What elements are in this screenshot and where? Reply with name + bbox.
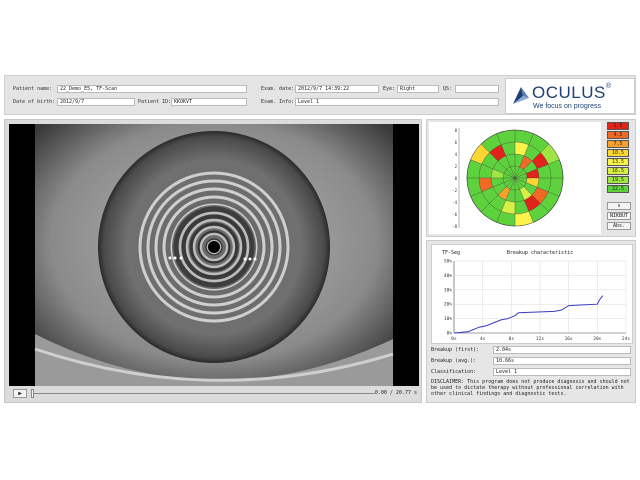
eye-field[interactable]: Right	[397, 85, 439, 93]
chart-x-tick: 0s	[451, 336, 457, 342]
topo-axis-tick: 8	[455, 128, 458, 133]
eye-video-frame[interactable]	[9, 124, 419, 386]
classification-field[interactable]: Level 1	[493, 368, 631, 376]
legend-cell: 10.5	[607, 149, 629, 157]
chart-ylabel: TF-Seg	[442, 250, 460, 256]
breakup-first-field[interactable]: 2.04s	[493, 346, 631, 354]
patient-name-field[interactable]: 22_Demo_E5, TF-Scan	[57, 85, 247, 93]
patient-id-label: Patient ID:	[138, 99, 172, 105]
qs-label: QS:	[443, 86, 453, 92]
chart-x-tick: 16s	[565, 336, 573, 342]
legend-cell: 4.5	[607, 131, 629, 139]
abs-button[interactable]: Abs.	[607, 222, 631, 230]
legend-cell: 1.5	[607, 122, 629, 130]
topo-axis-tick: 0	[455, 176, 458, 181]
chart-y-tick: 20%	[444, 302, 452, 308]
eye-label: Eye:	[383, 86, 396, 92]
chart-y-tick: 0%	[447, 331, 453, 337]
logo-name: OCULUS®	[532, 83, 612, 102]
exam-info-label: Exam. Info:	[261, 99, 295, 105]
legend-cell: 19.5	[607, 176, 629, 184]
topo-axis-tick: 4	[455, 152, 458, 157]
topography-axis: 8 6 4 2 0 -2 -4 -6 -8	[452, 128, 460, 229]
breakup-avg-label: Breakup (avg.):	[431, 358, 477, 364]
topo-axis-tick: 6	[455, 140, 458, 145]
chart-x-tick: 20s	[593, 336, 601, 342]
video-panel: ▶ 0.00 / 20.77 s	[4, 119, 422, 403]
seek-bar[interactable]	[33, 393, 375, 394]
topo-axis-tick: -2	[452, 188, 457, 193]
dob-field[interactable]: 2012/9/7	[57, 98, 135, 106]
exam-date-field[interactable]: 2012/9/7 14:39:22	[295, 85, 379, 93]
breakup-first-label: Breakup (first):	[431, 347, 480, 353]
topo-axis-tick: -8	[452, 224, 457, 229]
dob-label: Date of birth:	[13, 99, 56, 105]
chart-y-tick: 30%	[444, 287, 452, 293]
chart-x-tick: 8s	[509, 336, 515, 342]
legend-cell: 7.5	[607, 140, 629, 148]
topo-axis-tick: -6	[452, 212, 457, 217]
legend-cell: 16.5	[607, 167, 629, 175]
topo-axis-tick: -4	[452, 200, 457, 205]
breakup-avg-field[interactable]: 10.66s	[493, 357, 631, 365]
legend-cell: 13.5	[607, 158, 629, 166]
breakup-chart: TF-Seg Breakup characteristic 0s 4s 8s 12s 1…	[431, 244, 633, 344]
patient-name-label: Patient name:	[13, 86, 53, 92]
chart-title: Breakup characteristic	[507, 250, 573, 256]
chart-x-tick: 4s	[480, 336, 486, 342]
chart-x-tick: 24s	[622, 336, 630, 342]
nikbut-button[interactable]: NIKBUT	[607, 212, 631, 220]
logo-slogan: We focus on progress	[533, 103, 601, 110]
chart-grid	[453, 260, 627, 334]
time-readout: 0.00 / 20.77 s	[374, 390, 417, 396]
seek-thumb[interactable]	[31, 389, 34, 398]
eye-image	[9, 124, 419, 386]
chart-ticks: 0s 4s 8s 12s 16s 20s 24s 0% 10% 20% 30% 40% 50%	[444, 259, 630, 343]
breakup-curve	[453, 295, 604, 334]
exam-date-label: Exam. date:	[261, 86, 295, 92]
video-controls: ▶ 0.00 / 20.77 s	[9, 388, 419, 400]
breakup-panel: TF-Seg Breakup characteristic 0s 4s 8s 12s 1…	[426, 240, 636, 403]
classification-label: Classification:	[431, 369, 477, 375]
oculus-emblem-icon	[513, 87, 529, 104]
scale-button[interactable]: s	[607, 202, 631, 210]
chart-x-tick: 12s	[536, 336, 544, 342]
qs-field[interactable]	[455, 85, 499, 93]
chart-y-tick: 10%	[444, 316, 452, 322]
patient-header: Patient name: 22_Demo_E5, TF-Scan Date o…	[4, 75, 636, 115]
oculus-logo: OCULUS® We focus on progress	[505, 78, 635, 114]
topography-map[interactable]: 8 6 4 2 0 -2 -4 -6 -8	[429, 122, 601, 234]
chart-y-tick: 50%	[444, 259, 452, 265]
topography-panel: 8 6 4 2 0 -2 -4 -6 -8 1.5 4.5 7.5 10.5 13.5 16.5 19.5 2…	[426, 119, 636, 237]
patient-id-field[interactable]: KKOKVT	[171, 98, 247, 106]
topography-sectors	[466, 129, 564, 227]
chart-y-tick: 40%	[444, 273, 452, 279]
play-button[interactable]: ▶	[13, 389, 27, 398]
disclaimer-text: DISCLAIMER: This program does not produc…	[431, 379, 630, 397]
exam-info-field[interactable]: Level 1	[295, 98, 499, 106]
topo-axis-tick: 2	[455, 164, 458, 169]
legend-cell: 22.5	[607, 185, 629, 193]
